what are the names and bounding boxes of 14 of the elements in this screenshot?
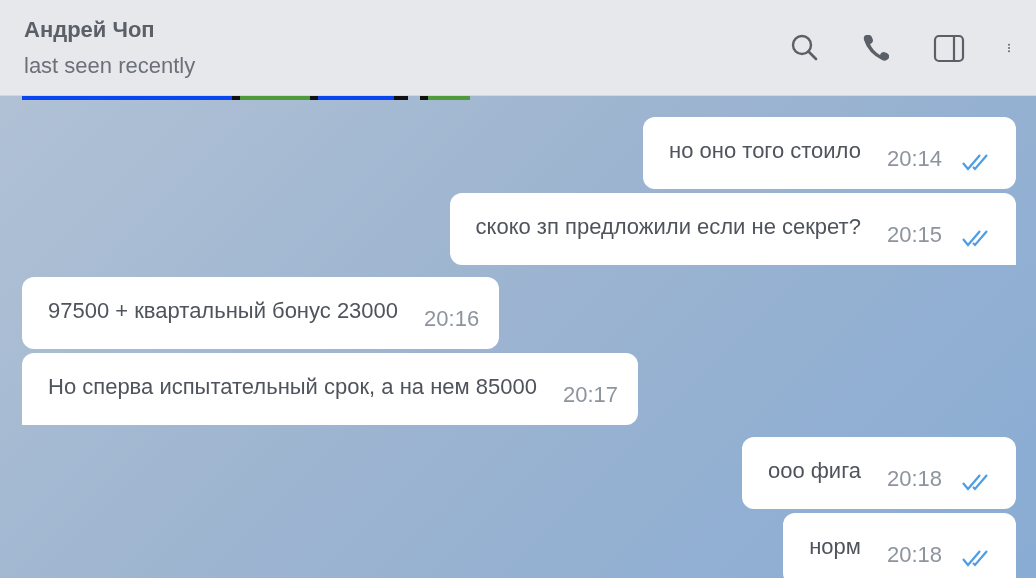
contact-name: Андрей Чоп xyxy=(24,16,156,43)
message-time: 20:18 xyxy=(886,541,942,569)
message-text: 97500 + квартальный бонус 23000 xyxy=(48,297,399,325)
message-time: 20:14 xyxy=(886,145,942,173)
message-time: 20:16 xyxy=(424,305,480,333)
message-text: норм xyxy=(809,533,861,561)
last-seen-status: last seen recently xyxy=(24,52,197,79)
message-time: 20:18 xyxy=(886,465,942,493)
message-text: но оно того стоило xyxy=(669,137,861,165)
message-text: скоко зп предложили если не секрет? xyxy=(475,213,861,241)
message-text: Но сперва испытательный срок, а на нем 85000 xyxy=(48,373,537,401)
message-text: ооо фига xyxy=(767,457,861,485)
message-time: 20:15 xyxy=(886,221,942,249)
message-time: 20:17 xyxy=(562,381,619,409)
